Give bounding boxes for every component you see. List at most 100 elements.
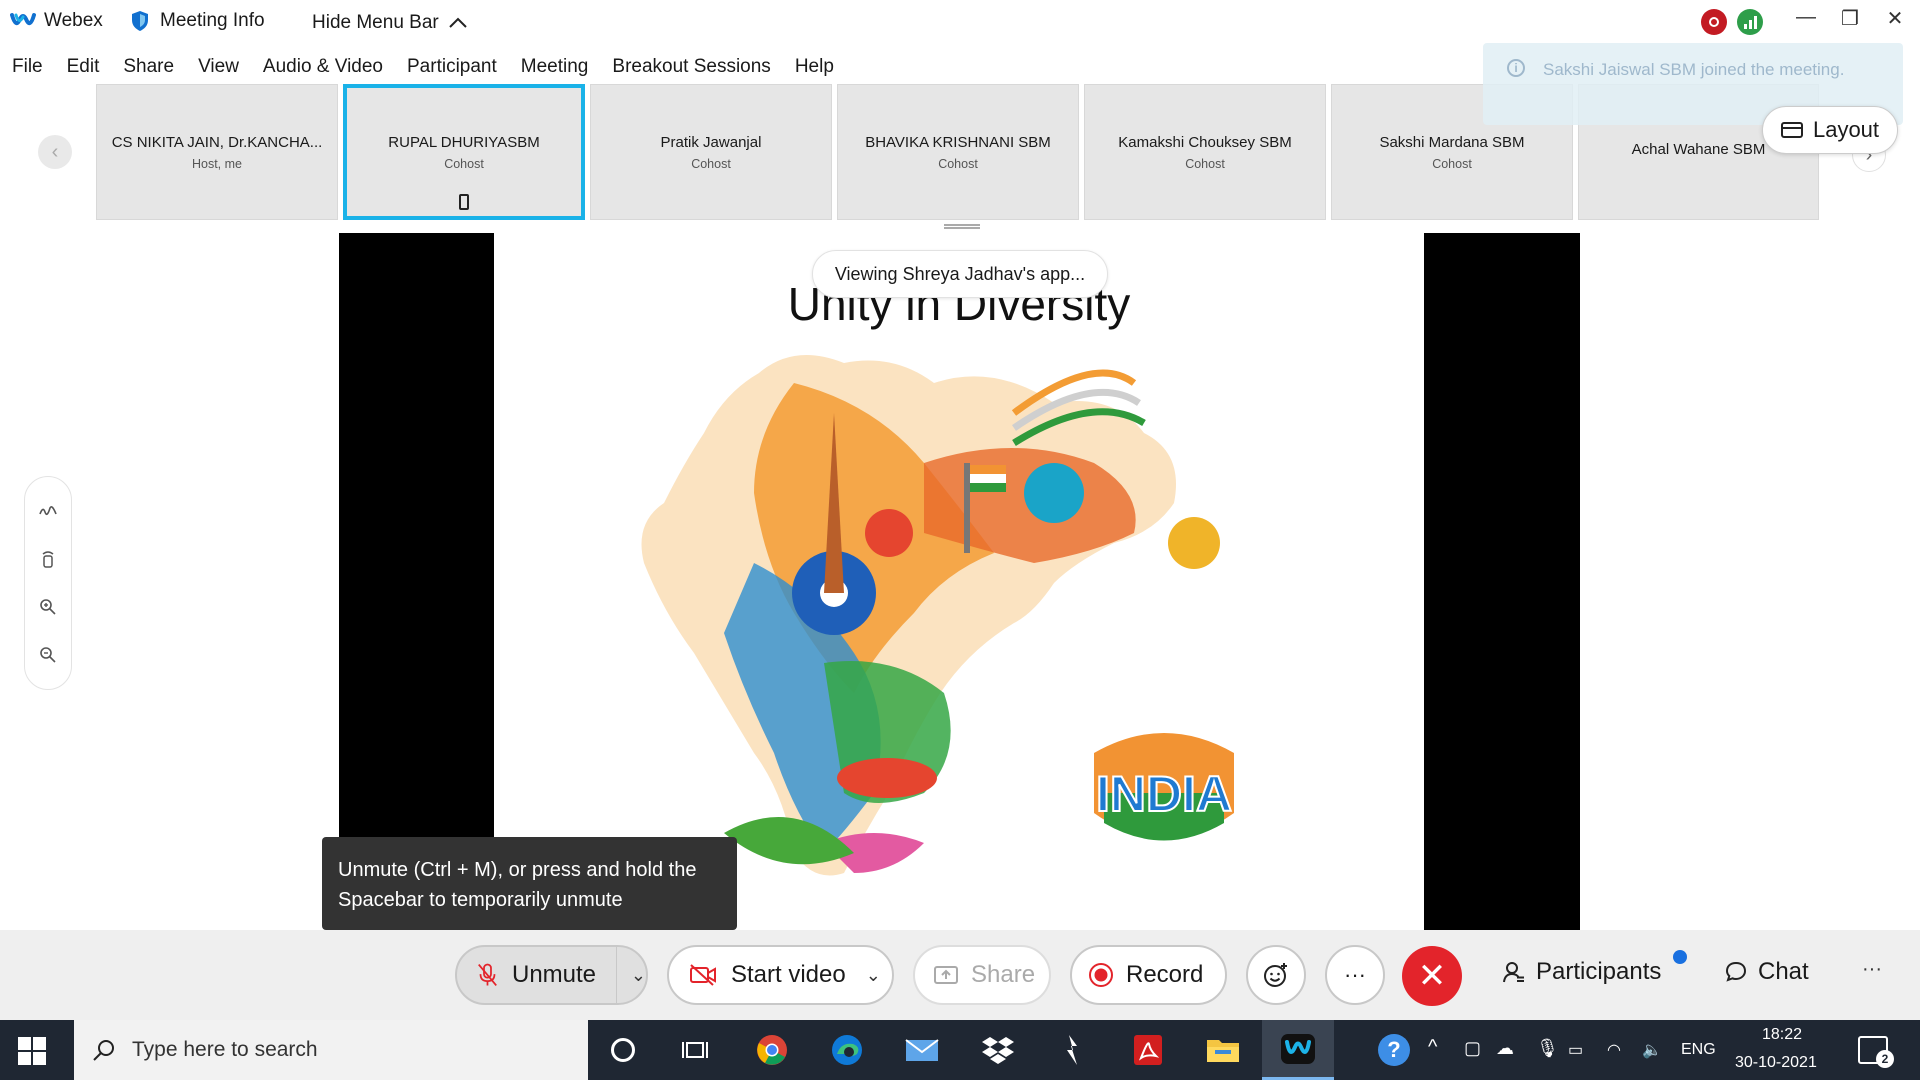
show-hidden-icons[interactable]: ^ [1428, 1036, 1437, 1059]
reactions-button[interactable] [1246, 945, 1306, 1005]
app-lightning-icon[interactable] [1053, 1030, 1093, 1070]
dropbox-icon[interactable] [978, 1030, 1018, 1070]
start-video-label: Start video [731, 961, 846, 988]
restore-button[interactable]: ❐ [1830, 6, 1870, 31]
unmute-tooltip: Unmute (Ctrl + M), or press and hold the… [322, 837, 737, 930]
acrobat-icon[interactable] [1128, 1030, 1168, 1070]
annotate-icon[interactable] [36, 499, 60, 523]
notification-center-icon[interactable]: 2 [1858, 1036, 1894, 1068]
participant-tile[interactable]: CS NIKITA JAIN, Dr.KANCHA... Host, me [96, 84, 338, 220]
button-divider [616, 946, 617, 1004]
notification-count: 2 [1876, 1050, 1894, 1068]
menu-file[interactable]: File [0, 52, 55, 82]
app-name: Webex [44, 10, 103, 31]
chat-button[interactable]: Chat [1724, 958, 1809, 986]
share-button[interactable]: Share [913, 945, 1051, 1005]
start-video-button[interactable]: Start video ⌄ [667, 945, 894, 1005]
strip-scroll-left-button[interactable]: ‹ [38, 135, 72, 169]
close-icon: ✕ [1417, 957, 1447, 995]
participant-tile[interactable]: Pratik Jawanjal Cohost [590, 84, 832, 220]
webex-app-button[interactable]: Webex [10, 10, 103, 32]
participants-label: Participants [1536, 958, 1662, 985]
close-window-button[interactable]: ✕ [1875, 6, 1915, 31]
notification-text: Sakshi Jaiswal SBM joined the meeting. [1543, 60, 1845, 79]
onedrive-error-icon[interactable]: ☁ [1496, 1038, 1514, 1059]
clock-time[interactable]: 18:22 [1762, 1026, 1802, 1044]
file-explorer-icon[interactable] [1203, 1030, 1243, 1070]
start-button[interactable] [18, 1037, 46, 1065]
menu-edit[interactable]: Edit [55, 52, 112, 82]
menu-meeting[interactable]: Meeting [509, 52, 601, 82]
chrome-icon[interactable] [752, 1030, 792, 1070]
viewing-indicator[interactable]: Viewing Shreya Jadhav's app... [812, 250, 1108, 298]
mobile-device-icon [459, 194, 469, 210]
participant-role: Cohost [938, 156, 978, 171]
record-label: Record [1126, 961, 1204, 988]
meeting-info-button[interactable]: Meeting Info [130, 10, 265, 32]
edge-icon[interactable] [827, 1030, 867, 1070]
layout-label: Layout [1812, 117, 1880, 142]
more-options-button[interactable]: ··· [1325, 945, 1385, 1005]
zoom-in-icon[interactable] [36, 595, 60, 619]
clock-date[interactable]: 30-10-2021 [1735, 1054, 1817, 1072]
battery-icon[interactable]: ▭ [1568, 1040, 1583, 1060]
zoom-out-icon[interactable] [36, 643, 60, 667]
help-tray-icon[interactable]: ? [1378, 1034, 1410, 1066]
webex-taskbar-button[interactable] [1262, 1020, 1334, 1080]
participant-name: Kamakshi Chouksey SBM [1118, 133, 1292, 151]
search-placeholder: Type here to search [132, 1038, 318, 1061]
menu-breakout-sessions[interactable]: Breakout Sessions [600, 52, 782, 82]
share-icon [934, 966, 958, 984]
participant-tile[interactable]: BHAVIKA KRISHNANI SBM Cohost [837, 84, 1079, 220]
volume-icon[interactable]: 🔈 [1642, 1040, 1662, 1060]
participant-tile[interactable]: Kamakshi Chouksey SBM Cohost [1084, 84, 1326, 220]
participant-name: RUPAL DHURIYASBM [388, 133, 540, 151]
menu-view[interactable]: View [186, 52, 251, 82]
video-options-chevron-icon[interactable]: ⌄ [866, 965, 881, 986]
unmute-label: Unmute [511, 961, 597, 988]
remote-control-icon[interactable] [36, 547, 60, 571]
participant-name: Pratik Jawanjal [660, 133, 762, 151]
participant-name: Achal Wahane SBM [1631, 140, 1766, 158]
muted-microphone-icon [478, 963, 497, 987]
webex-logo-icon [10, 13, 36, 26]
taskbar-search-box[interactable]: Type here to search [74, 1020, 588, 1080]
resize-handle[interactable] [944, 224, 980, 229]
menu-audio-video[interactable]: Audio & Video [251, 52, 395, 82]
record-button[interactable]: Record [1070, 945, 1227, 1005]
network-health-icon[interactable] [1737, 9, 1763, 35]
panel-overflow-icon[interactable]: ··· [1862, 958, 1882, 981]
audio-options-chevron-icon[interactable]: ⌄ [631, 965, 646, 986]
minimize-button[interactable]: — [1786, 6, 1826, 29]
participant-role: Host, me [191, 156, 242, 171]
meet-now-icon[interactable]: ▢ [1464, 1038, 1481, 1059]
participants-notification-dot [1673, 950, 1687, 964]
unmute-button[interactable]: Unmute ⌄ [455, 945, 648, 1005]
cortana-icon[interactable] [603, 1030, 643, 1070]
shared-screen-area: Unity in Diversity INDIA [339, 233, 1580, 930]
smiley-icon [1264, 963, 1287, 987]
participant-name: Sakshi Mardana SBM [1379, 133, 1525, 151]
microphone-tray-icon[interactable]: 🎙 [1536, 1038, 1559, 1059]
participant-role: Cohost [691, 156, 731, 171]
layout-button[interactable]: Layout [1762, 106, 1898, 154]
menu-share[interactable]: Share [111, 52, 186, 82]
share-label: Share [971, 961, 1036, 988]
record-status-icon[interactable] [1701, 9, 1727, 35]
participants-button[interactable]: Participants [1502, 958, 1661, 986]
meeting-info-label: Meeting Info [160, 10, 265, 31]
menu-help[interactable]: Help [783, 52, 846, 82]
chat-label: Chat [1758, 958, 1809, 985]
participant-tile-active[interactable]: RUPAL DHURIYASBM Cohost [343, 84, 585, 220]
task-view-icon[interactable] [675, 1030, 715, 1070]
participant-role: Cohost [1432, 156, 1472, 171]
wifi-icon[interactable]: ◠ [1607, 1040, 1621, 1060]
tooltip-text: Unmute (Ctrl + M), or press and hold the… [338, 859, 697, 911]
mail-icon[interactable] [902, 1030, 942, 1070]
language-indicator[interactable]: ENG [1681, 1041, 1716, 1059]
annotation-tool-panel [24, 476, 72, 690]
hide-menu-bar-button[interactable]: Hide Menu Bar [312, 12, 469, 34]
layout-icon [1780, 122, 1803, 138]
menu-participant[interactable]: Participant [395, 52, 509, 82]
leave-meeting-button[interactable]: ✕ [1402, 946, 1462, 1006]
